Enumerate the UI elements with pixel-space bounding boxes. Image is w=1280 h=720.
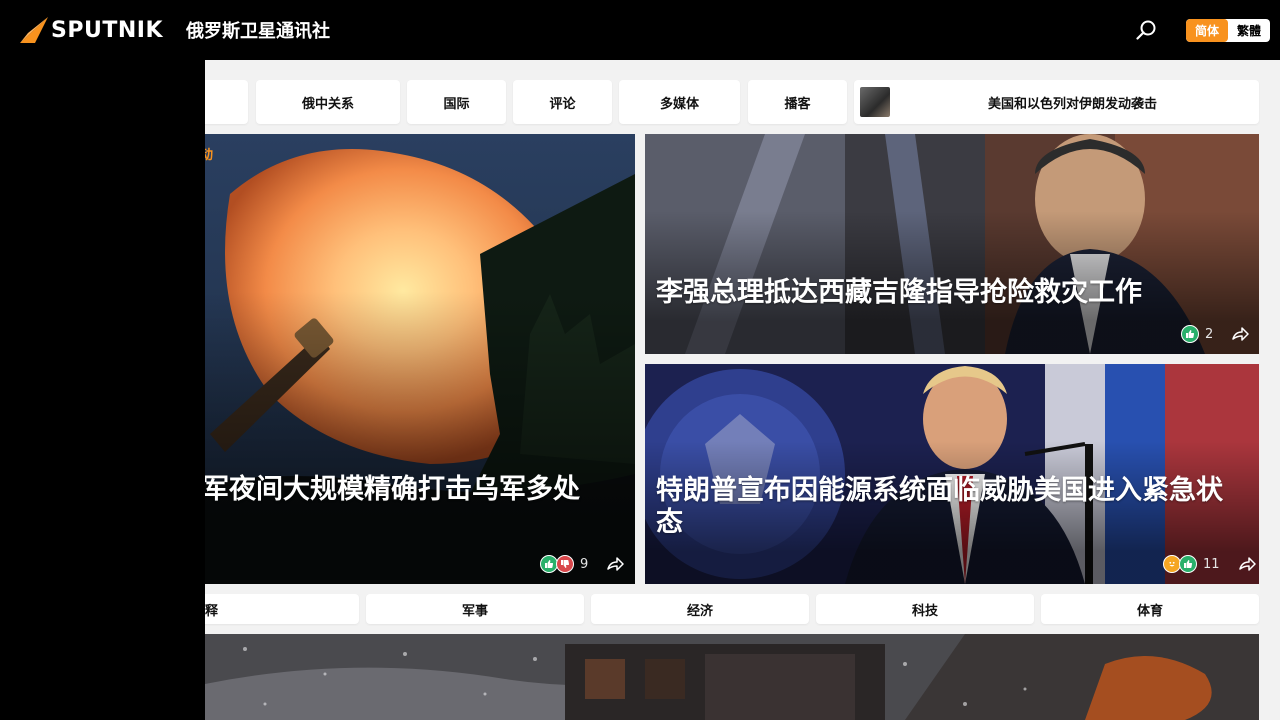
category-partial-label: 释 bbox=[205, 603, 219, 619]
category-item-technology[interactable]: 科技 bbox=[816, 594, 1034, 624]
nav-item-podcast[interactable]: 播客 bbox=[748, 80, 847, 124]
card-shade bbox=[645, 364, 1259, 584]
nav-item-russia-china[interactable]: 俄中关系 bbox=[256, 80, 400, 124]
side-menu-panel[interactable] bbox=[0, 60, 205, 720]
language-switch: 简体 繁體 bbox=[1186, 19, 1270, 42]
main-card-title[interactable]: 军夜间大规模精确打击乌军多处 bbox=[202, 474, 622, 506]
logo-text: SPUTNIK bbox=[51, 17, 163, 43]
sputnik-logo[interactable]: SPUTNIK bbox=[18, 15, 168, 45]
reaction-count: 11 bbox=[1203, 556, 1220, 572]
thumbs-up-icon[interactable] bbox=[1179, 555, 1197, 573]
bottom-right-card-title[interactable]: 特朗普宣布因能源系统面临威胁美国进入紧急状态 bbox=[656, 475, 1246, 539]
nav-item-multimedia[interactable]: 多媒体 bbox=[619, 80, 740, 124]
nav-item-international[interactable]: 国际 bbox=[407, 80, 506, 124]
top-right-card-title[interactable]: 李强总理抵达西藏吉隆指导抢险救灾工作 bbox=[656, 277, 1216, 309]
reaction-count: 2 bbox=[1205, 326, 1214, 342]
top-right-card-reactions: 2 bbox=[1181, 325, 1250, 343]
featured-thumbnail bbox=[860, 87, 890, 117]
share-icon[interactable] bbox=[1238, 555, 1256, 573]
top-right-news-card[interactable]: 李强总理抵达西藏吉隆指导抢险救灾工作 2 bbox=[645, 134, 1259, 354]
sputnik-logo-mark-icon bbox=[20, 17, 48, 43]
snowy-vehicle-image bbox=[205, 634, 1259, 720]
category-item-military[interactable]: 军事 bbox=[366, 594, 584, 624]
card-shade bbox=[645, 134, 1259, 354]
reaction-count: 9 bbox=[580, 556, 589, 572]
thumbs-up-icon[interactable] bbox=[1181, 325, 1199, 343]
share-icon[interactable] bbox=[1231, 325, 1250, 343]
share-icon[interactable] bbox=[606, 555, 625, 573]
nav-item-opinion[interactable]: 评论 bbox=[513, 80, 612, 124]
lang-traditional-button[interactable]: 繁體 bbox=[1228, 19, 1270, 42]
site-header: SPUTNIK 俄罗斯卫星通讯社 简体 繁體 bbox=[0, 0, 1280, 60]
search-icon[interactable] bbox=[1134, 18, 1158, 42]
main-card-reactions: 9 bbox=[540, 555, 625, 573]
bottom-news-image[interactable] bbox=[205, 634, 1259, 720]
card-shade bbox=[150, 134, 635, 584]
main-news-card[interactable]: 动 军夜间大规模精确打击乌军多处 9 bbox=[150, 134, 635, 584]
lang-simplified-button[interactable]: 简体 bbox=[1186, 19, 1228, 42]
category-item-sports[interactable]: 体育 bbox=[1041, 594, 1259, 624]
thumbs-down-icon[interactable] bbox=[556, 555, 574, 573]
bottom-right-card-reactions: 11 bbox=[1163, 555, 1256, 573]
nav-item-featured[interactable]: 美国和以色列对伊朗发动袭击 bbox=[854, 80, 1259, 124]
featured-label: 美国和以色列对伊朗发动袭击 bbox=[988, 96, 1158, 112]
category-item-economy[interactable]: 经济 bbox=[591, 594, 809, 624]
site-name[interactable]: 俄罗斯卫星通讯社 bbox=[186, 17, 330, 43]
bottom-right-news-card[interactable]: 特朗普宣布因能源系统面临威胁美国进入紧急状态 11 bbox=[645, 364, 1259, 584]
